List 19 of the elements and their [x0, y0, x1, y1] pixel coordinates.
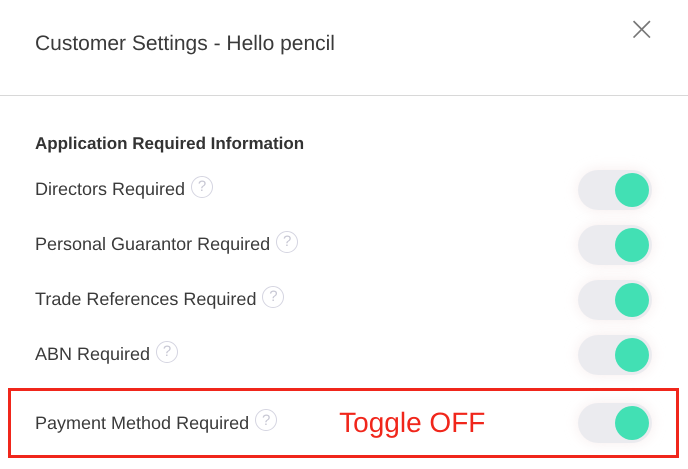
- setting-label: Payment Method Required: [35, 412, 250, 434]
- close-button[interactable]: ×: [628, 12, 656, 46]
- help-icon[interactable]: ?: [262, 286, 284, 308]
- toggle-switch[interactable]: [578, 280, 652, 320]
- help-icon[interactable]: ?: [276, 230, 298, 252]
- setting-label: Personal Guarantor Required: [35, 234, 270, 255]
- dialog-title: Customer Settings - Hello pencil: [35, 32, 335, 56]
- toggle-switch[interactable]: [578, 403, 652, 443]
- toggle-switch[interactable]: [578, 170, 652, 210]
- setting-label: Trade References Required: [35, 289, 256, 310]
- section-heading: Application Required Information: [34, 134, 306, 155]
- setting-label: Directors Required: [35, 179, 186, 200]
- toggle-switch[interactable]: [578, 334, 652, 374]
- help-icon[interactable]: ?: [255, 409, 278, 431]
- setting-label: ABN Required: [35, 344, 150, 365]
- annotation-text: Toggle OFF: [339, 407, 486, 439]
- help-icon[interactable]: ?: [191, 176, 214, 198]
- toggle-switch[interactable]: [578, 224, 652, 264]
- help-icon[interactable]: ?: [156, 340, 178, 362]
